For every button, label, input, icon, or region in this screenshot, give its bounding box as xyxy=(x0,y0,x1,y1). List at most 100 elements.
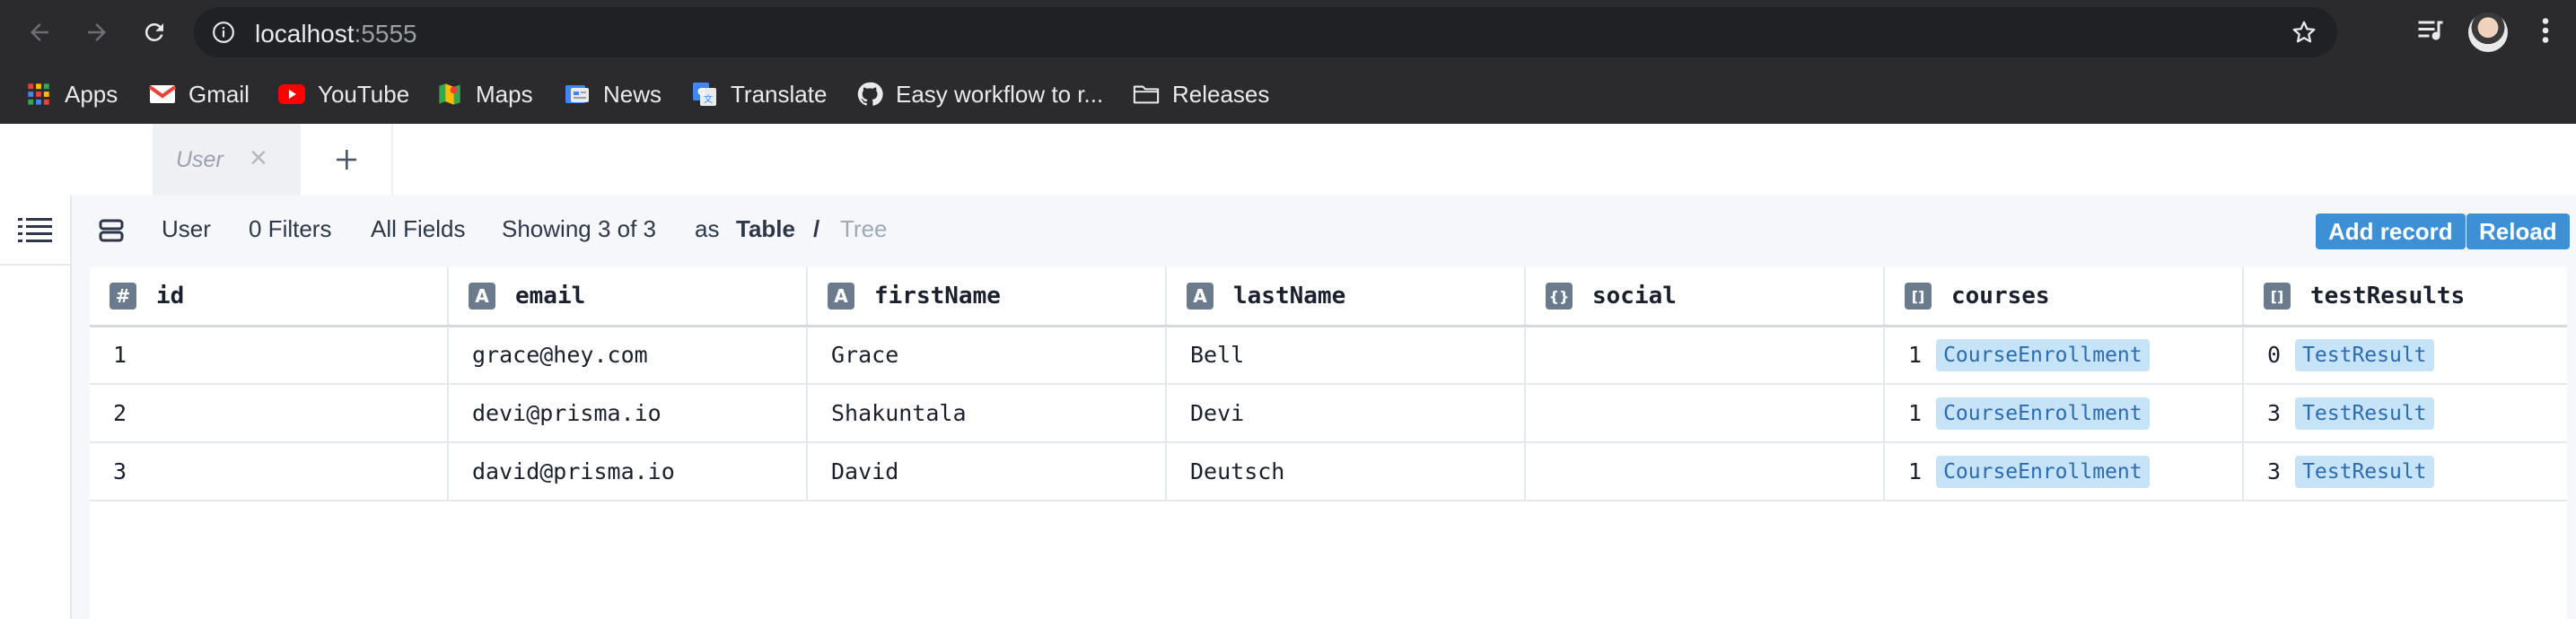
bookmark-label: Releases xyxy=(1172,80,1270,108)
cell-email[interactable]: david@prisma.io xyxy=(449,443,808,500)
cell-courses[interactable]: 1 CourseEnrollment xyxy=(1885,327,2244,383)
apps-grid-icon xyxy=(25,81,52,108)
fields-selector[interactable]: All Fields xyxy=(371,215,465,243)
cell-social[interactable] xyxy=(1526,385,1885,441)
media-queue-icon[interactable] xyxy=(2414,14,2447,47)
relation-link[interactable]: TestResult xyxy=(2295,397,2434,430)
profile-avatar[interactable] xyxy=(2468,13,2508,52)
bookmark-label: Translate xyxy=(731,80,828,108)
cell-testresults[interactable]: 0 TestResult xyxy=(2244,327,2567,383)
table-header: # id A email A firstName A lastName {} s… xyxy=(90,267,2567,327)
relation-link[interactable]: CourseEnrollment xyxy=(1936,397,2150,430)
column-name: email xyxy=(515,283,586,310)
close-tab-icon[interactable]: × xyxy=(250,142,267,174)
relation-link[interactable]: TestResult xyxy=(2295,455,2434,488)
column-header-email[interactable]: A email xyxy=(449,267,808,325)
add-record-button[interactable]: Add record xyxy=(2316,214,2466,249)
bookmark-label: Gmail xyxy=(188,80,250,108)
table-row[interactable]: 1 grace@hey.com Grace Bell 1 CourseEnrol… xyxy=(90,327,2567,385)
cell-email[interactable]: grace@hey.com xyxy=(449,327,808,383)
info-icon[interactable] xyxy=(212,21,235,44)
relation-count: 0 xyxy=(2267,342,2282,368)
cell-firstname[interactable]: David xyxy=(808,443,1167,500)
cell-testresults[interactable]: 3 TestResult xyxy=(2244,385,2567,441)
column-header-testresults[interactable]: [] testResults xyxy=(2244,267,2567,325)
table-row[interactable]: 2 devi@prisma.io Shakuntala Devi 1 Cours… xyxy=(90,385,2567,443)
news-icon xyxy=(564,81,591,108)
url-text: localhost:5555 xyxy=(255,20,417,48)
bookmark-label: Maps xyxy=(476,80,533,108)
relation-count: 3 xyxy=(2267,458,2282,484)
bookmark-github-workflow[interactable]: Easy workflow to r... xyxy=(856,65,1103,124)
bookmark-star-icon[interactable] xyxy=(2291,19,2318,46)
view-table-toggle[interactable]: Table xyxy=(736,215,795,243)
bookmark-news[interactable]: News xyxy=(564,65,662,124)
json-type-icon: {} xyxy=(1546,283,1573,310)
cell-firstname[interactable]: Grace xyxy=(808,327,1167,383)
back-arrow-icon xyxy=(31,23,48,41)
column-name: lastName xyxy=(1233,283,1346,310)
pagination-info[interactable]: Showing 3 of 3 xyxy=(502,215,656,243)
sidebar xyxy=(0,196,72,619)
bookmark-maps[interactable]: Maps xyxy=(436,65,533,124)
youtube-icon xyxy=(278,81,305,108)
filters-button[interactable]: 0 Filters xyxy=(249,215,331,243)
string-type-icon: A xyxy=(1187,283,1214,310)
column-header-social[interactable]: {} social xyxy=(1526,267,1885,325)
relation-count: 1 xyxy=(1908,458,1923,484)
reload-button[interactable]: Reload xyxy=(2466,214,2570,249)
relation-link[interactable]: CourseEnrollment xyxy=(1936,338,2150,371)
gmail-icon xyxy=(149,81,176,108)
model-stack-icon[interactable] xyxy=(99,217,124,244)
string-type-icon: A xyxy=(828,283,854,310)
bookmark-gmail[interactable]: Gmail xyxy=(149,65,250,124)
list-type-icon: [] xyxy=(1905,283,1932,310)
reload-page-button[interactable] xyxy=(138,16,171,48)
cell-id[interactable]: 1 xyxy=(90,327,449,383)
view-tree-toggle[interactable]: Tree xyxy=(840,215,888,243)
cell-lastname[interactable]: Deutsch xyxy=(1167,443,1526,500)
plus-icon xyxy=(337,150,356,170)
list-type-icon: [] xyxy=(2264,283,2291,310)
relation-link[interactable]: TestResult xyxy=(2295,338,2434,371)
back-button[interactable] xyxy=(23,16,56,48)
cell-social[interactable] xyxy=(1526,443,1885,500)
model-selector[interactable]: User xyxy=(162,215,211,243)
forward-arrow-icon xyxy=(88,23,106,41)
cell-lastname[interactable]: Bell xyxy=(1167,327,1526,383)
bookmark-label: News xyxy=(603,80,662,108)
bookmark-apps[interactable]: Apps xyxy=(25,65,118,124)
cell-lastname[interactable]: Devi xyxy=(1167,385,1526,441)
bookmark-youtube[interactable]: YouTube xyxy=(278,65,409,124)
table-row[interactable]: 3 david@prisma.io David Deutsch 1 Course… xyxy=(90,443,2567,501)
cell-id[interactable]: 2 xyxy=(90,385,449,441)
tab-user[interactable]: User × xyxy=(153,124,301,196)
cell-firstname[interactable]: Shakuntala xyxy=(808,385,1167,441)
cell-courses[interactable]: 1 CourseEnrollment xyxy=(1885,385,2244,441)
column-header-lastname[interactable]: A lastName xyxy=(1167,267,1526,325)
bookmark-translate[interactable]: G文 Translate xyxy=(691,65,827,124)
sidebar-divider xyxy=(0,264,70,266)
column-header-id[interactable]: # id xyxy=(90,267,449,325)
column-header-courses[interactable]: [] courses xyxy=(1885,267,2244,325)
svg-text:文: 文 xyxy=(704,93,713,105)
column-header-firstname[interactable]: A firstName xyxy=(808,267,1167,325)
column-name: social xyxy=(1592,283,1677,310)
records-table: # id A email A firstName A lastName {} s… xyxy=(90,267,2567,619)
bookmark-releases[interactable]: Releases xyxy=(1133,65,1269,124)
cell-courses[interactable]: 1 CourseEnrollment xyxy=(1885,443,2244,500)
list-menu-icon[interactable] xyxy=(18,217,52,244)
new-tab-button[interactable] xyxy=(302,124,393,196)
address-bar[interactable]: localhost:5555 xyxy=(194,7,2337,57)
refresh-icon xyxy=(145,22,163,41)
bookmarks-bar: Apps Gmail YouTube Maps News G文 Translat… xyxy=(0,65,2576,124)
cell-social[interactable] xyxy=(1526,327,1885,383)
forward-button[interactable] xyxy=(81,16,113,48)
github-icon xyxy=(856,81,883,108)
relation-link[interactable]: CourseEnrollment xyxy=(1936,455,2150,488)
cell-email[interactable]: devi@prisma.io xyxy=(449,385,808,441)
cell-id[interactable]: 3 xyxy=(90,443,449,500)
more-menu-icon[interactable] xyxy=(2531,14,2560,47)
cell-testresults[interactable]: 3 TestResult xyxy=(2244,443,2567,500)
relation-count: 1 xyxy=(1908,400,1923,426)
